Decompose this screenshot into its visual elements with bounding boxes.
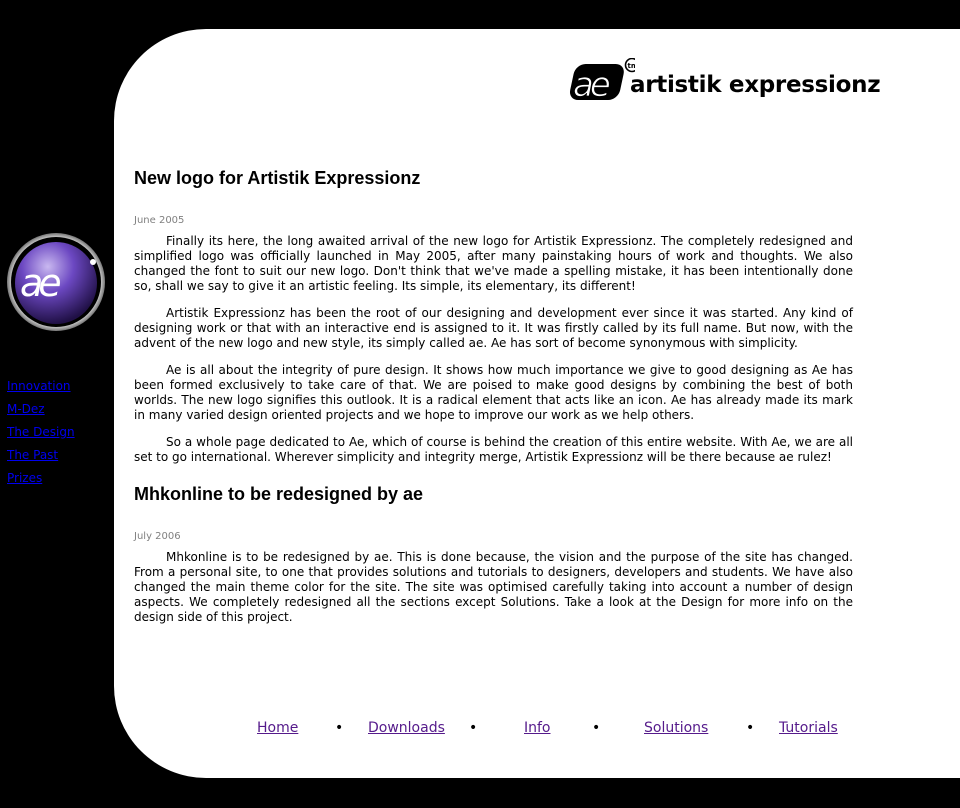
footer-separator: • [592, 720, 601, 736]
footer-separator: • [469, 720, 478, 736]
logo-text: artistik expressionz [630, 72, 881, 98]
article-mhkonline: Mhkonline to be redesigned by ae July 20… [134, 481, 853, 625]
footer-separator: • [746, 720, 755, 736]
sidebar-link-the-past[interactable]: The Past [7, 448, 58, 462]
article-date: June 2005 [134, 215, 185, 226]
footer-link-info[interactable]: Info [524, 720, 551, 736]
ae-logo-mark-icon: ae tm [569, 58, 636, 104]
sidebar-link-the-design[interactable]: The Design [7, 425, 75, 439]
footer-link-home[interactable]: Home [257, 720, 298, 736]
sidebar-link-prizes[interactable]: Prizes [7, 471, 42, 485]
article-paragraph: Mhkonline is to be redesigned by ae. Thi… [134, 550, 853, 624]
site-logo[interactable]: ae tm artistik expressionz [565, 58, 881, 104]
article-paragraph: So a whole page dedicated to Ae, which o… [134, 435, 853, 464]
article-title: New logo for Artistik Expressionz [134, 168, 421, 188]
article-title: Mhkonline to be redesigned by ae [134, 484, 424, 504]
footer-separator: • [335, 720, 344, 736]
logo-tm: tm [628, 62, 636, 70]
footer-link-tutorials[interactable]: Tutorials [779, 720, 838, 736]
footer-nav: Home • Downloads • Info • Solutions • Tu… [0, 720, 960, 740]
sidebar-link-m-dez[interactable]: M-Dez [7, 402, 45, 416]
article-date: July 2006 [134, 531, 181, 542]
footer-link-solutions[interactable]: Solutions [644, 720, 708, 736]
article-paragraph: Artistik Expressionz has been the root o… [134, 306, 853, 350]
svg-text:ae: ae [20, 261, 60, 305]
sidebar-nav: Innovation M-Dez The Design The Past Pri… [7, 376, 75, 491]
ae-orb-icon: ae [7, 233, 105, 331]
logo-mark-text: ae [573, 65, 610, 104]
footer-link-downloads[interactable]: Downloads [368, 720, 445, 736]
article-new-logo: New logo for Artistik Expressionz June 2… [134, 165, 853, 465]
main-content: New logo for Artistik Expressionz June 2… [134, 165, 853, 637]
article-paragraph: Ae is all about the integrity of pure de… [134, 363, 853, 422]
sidebar-link-innovation[interactable]: Innovation [7, 379, 71, 393]
article-paragraph: Finally its here, the long awaited arriv… [134, 234, 853, 293]
